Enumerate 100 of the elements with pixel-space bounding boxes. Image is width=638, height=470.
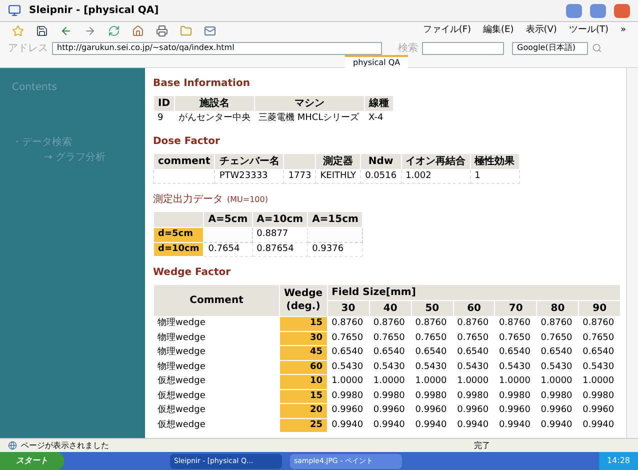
table-cell-text: 仮想wedge [156,390,206,402]
column-header: 30 [327,300,370,316]
section-heading: 測定出力データ [153,192,223,207]
menu-item[interactable]: ファイル(F) [422,24,472,38]
search-label: 検索 [398,42,418,56]
close-button[interactable] [614,4,630,18]
table-cell: 0.5430 [327,360,370,374]
table-cell-text: 0.7650 [372,332,406,344]
mail-icon[interactable] [204,25,216,37]
home-icon[interactable] [132,25,144,37]
tab[interactable]: physical QA [345,54,408,68]
table-cell-text: 0.8760 [372,317,406,330]
table-cell-text: 0.7650 [414,332,448,344]
table-cell: 1773 [288,170,312,180]
section-heading: Base Information [153,77,251,91]
menu-item[interactable]: ツール(T) [568,24,608,38]
column-header: Wedge (deg.) [280,284,328,316]
column-header: 80 [536,300,579,316]
column-header: comment [154,153,215,169]
table-cell-text: 0.5430 [498,360,532,374]
column-header: 70 [494,300,537,316]
table-cell: 0.6540 [327,346,370,360]
search-field[interactable] [422,42,504,54]
table-cell-text: 1.0000 [498,375,532,388]
clock: 14:28 [598,452,638,470]
table-cell-text: 0.5430 [414,360,448,374]
section-heading: Dose Factor [153,134,221,148]
table-cell-text: 0.7650 [456,332,490,344]
table-cell-text: 0.9940 [456,418,490,432]
row-header: d=5cm [154,228,204,242]
table-cell-text: 0.8760 [540,317,574,330]
table-cell: 15 [280,316,328,331]
table-cell-text: 0.7650 [582,332,616,344]
print-icon[interactable] [156,25,168,37]
table-cell-text: 0.9980 [372,390,406,402]
table-cell: PTW23333 [219,170,268,180]
forward-icon[interactable] [84,25,96,37]
column-header: Ndw [360,153,402,169]
table-cell-text: 0.6540 [456,346,490,359]
table-cell: 20 [280,404,328,418]
table-cell-text: 0.5430 [372,360,406,374]
save-icon[interactable] [36,25,48,37]
back-icon[interactable] [60,25,72,37]
column-header: A=15cm [308,212,363,228]
table-cell-text: 0.6540 [582,346,616,359]
table-cell-text: 0.6540 [498,346,532,359]
table-cell-text: 0.8760 [456,317,490,330]
refresh-icon[interactable] [108,25,120,37]
folder-icon[interactable] [180,25,192,37]
table-cell: 0.9960 [327,404,370,418]
table-cell-text: 1.0000 [372,375,406,388]
table-cell-text: 0.9960 [414,404,448,417]
column-header: イオン再結合 [401,153,470,169]
table-cell: 0.8760 [327,316,370,331]
table-cell-text: 0.8760 [414,317,448,330]
column-header: 50 [411,300,454,316]
menu-item[interactable]: 表示(V) [526,24,557,38]
table-cell-text: 1.0000 [582,375,616,388]
minimize-button[interactable] [566,4,582,18]
section-note: (MU=100) [227,194,268,206]
table-cell-text: 0.9980 [540,390,574,402]
table-cell: 0.7650 [327,331,370,346]
column-header: マシン [254,96,365,112]
table-cell-text: 0.9980 [456,390,490,402]
favorites-icon[interactable] [12,25,24,37]
table-cell: 25 [280,418,328,432]
column-header: Field Size[mm] [327,284,620,300]
table-cell-text: 1.0000 [456,375,490,388]
table-cell-text: 0.9940 [498,418,532,432]
table-cell-text: 0.9940 [372,418,406,432]
menu-item[interactable]: » [620,24,626,38]
table-cell-text: 0.7650 [540,332,574,344]
row-header: d=10cm [154,242,204,256]
table-cell-text: 0.9940 [582,418,616,432]
page-icon [8,441,17,450]
table-cell-text: 0.9960 [498,404,532,417]
table-cell-text: 0.5430 [582,360,616,374]
table-cell-text: がんセンター中央 [178,112,252,125]
column-header: 線種 [364,96,394,112]
column-header: チェンバー名 [214,153,284,169]
table-cell-text: 0.9940 [414,418,448,432]
column-header: 測定器 [316,153,361,169]
table-cell: 1 [474,170,480,180]
maximize-button[interactable] [590,4,606,18]
address-field[interactable]: http://garukun.sei.co.jp/~sato/qa/index.html [52,42,382,54]
table-cell-text: 0.9980 [498,390,532,402]
table-cell-text: 0.5430 [456,360,490,374]
start-button[interactable]: スタート [0,452,64,470]
engine-dropdown[interactable]: Google(日本語) [512,42,588,54]
table-cell-text: 1.0000 [414,375,448,388]
column-header: A=10cm [252,212,308,228]
menu-item[interactable]: 編集(E) [483,24,514,38]
table-cell: 0.9376 [308,242,363,256]
table-cell-text: 0.5430 [540,360,574,374]
table-cell: 1.002 [406,170,432,180]
table-cell-text: 0.9980 [414,390,448,402]
table-cell: 0.9980 [327,389,370,404]
table-cell-text: 0.7650 [498,332,532,344]
search-icon[interactable] [592,43,602,53]
table-cell-text: 0.8760 [498,317,532,330]
